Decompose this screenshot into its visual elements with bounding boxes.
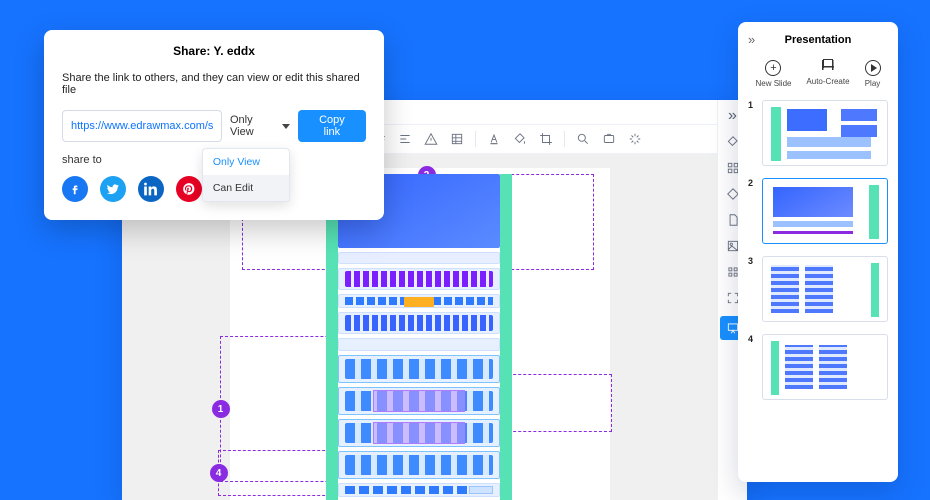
- rack-server-selected: [338, 419, 500, 447]
- sparkle-icon[interactable]: [627, 131, 643, 147]
- slide-item: 2: [748, 178, 888, 244]
- presentation-title: Presentation: [785, 34, 852, 46]
- rack-server: [338, 451, 500, 479]
- text-color-icon[interactable]: [486, 131, 502, 147]
- rack-module: [338, 483, 500, 497]
- copy-link-button[interactable]: Copy link: [298, 110, 366, 142]
- warning-icon[interactable]: [423, 131, 439, 147]
- slide-thumb-1[interactable]: [762, 100, 888, 166]
- rack-server-selected: [338, 387, 500, 415]
- chevron-down-icon: [282, 124, 290, 129]
- callout-badge-1: 1: [212, 400, 230, 418]
- share-description: Share the link to others, and they can v…: [62, 72, 366, 96]
- slide-item: 1: [748, 100, 888, 166]
- server-rack: [326, 174, 512, 500]
- mode-option-only-view[interactable]: Only View: [203, 149, 289, 175]
- share-dialog: Share: Y. eddx Share the link to others,…: [44, 30, 384, 220]
- align-icon[interactable]: [397, 131, 413, 147]
- auto-create-button[interactable]: Auto-Create: [806, 60, 849, 88]
- play-label: Play: [865, 79, 881, 88]
- slide-item: 3: [748, 256, 888, 322]
- auto-create-label: Auto-Create: [806, 77, 849, 86]
- toolbar-divider: [564, 131, 565, 147]
- share-title: Share: Y. eddx: [62, 44, 366, 58]
- share-mode-label: Only View: [230, 114, 278, 138]
- table-icon[interactable]: [449, 131, 465, 147]
- twitter-icon[interactable]: [100, 176, 126, 202]
- callout-badge-4: 4: [210, 464, 228, 482]
- slide-thumb-4[interactable]: [762, 334, 888, 400]
- rack-blank: [338, 338, 500, 351]
- rack-server: [338, 355, 500, 383]
- share-url-input[interactable]: [62, 110, 222, 142]
- collapse-icon[interactable]: »: [748, 32, 755, 47]
- rack-patch-blue: [338, 312, 500, 334]
- facebook-icon[interactable]: [62, 176, 88, 202]
- slide-item: 4: [748, 334, 888, 400]
- fill-icon[interactable]: [512, 131, 528, 147]
- slide-thumb-3[interactable]: [762, 256, 888, 322]
- slide-number: 2: [748, 178, 756, 188]
- presentation-panel: » Presentation New Slide Auto-Create Pla…: [738, 22, 898, 482]
- rack-io-panel: [338, 294, 500, 308]
- new-slide-button[interactable]: New Slide: [755, 60, 791, 88]
- mode-option-can-edit[interactable]: Can Edit: [203, 175, 289, 201]
- rack-keyboard: [338, 252, 500, 264]
- toolbar-divider: [475, 131, 476, 147]
- pinterest-icon[interactable]: [176, 176, 202, 202]
- screenshot-icon[interactable]: [601, 131, 617, 147]
- slide-number: 4: [748, 334, 756, 344]
- share-mode-dropdown[interactable]: Only View Only View Can Edit: [230, 114, 290, 138]
- slide-number: 1: [748, 100, 756, 110]
- linkedin-icon[interactable]: [138, 176, 164, 202]
- slide-list: 1 2 3: [748, 100, 888, 472]
- share-mode-menu: Only View Can Edit: [202, 148, 290, 202]
- play-button[interactable]: Play: [865, 60, 881, 88]
- rack-patch-purple: [338, 268, 500, 290]
- slide-number: 3: [748, 256, 756, 266]
- slide-thumb-2[interactable]: [762, 178, 888, 244]
- new-slide-label: New Slide: [755, 79, 791, 88]
- crop-icon[interactable]: [538, 131, 554, 147]
- search-icon[interactable]: [575, 131, 591, 147]
